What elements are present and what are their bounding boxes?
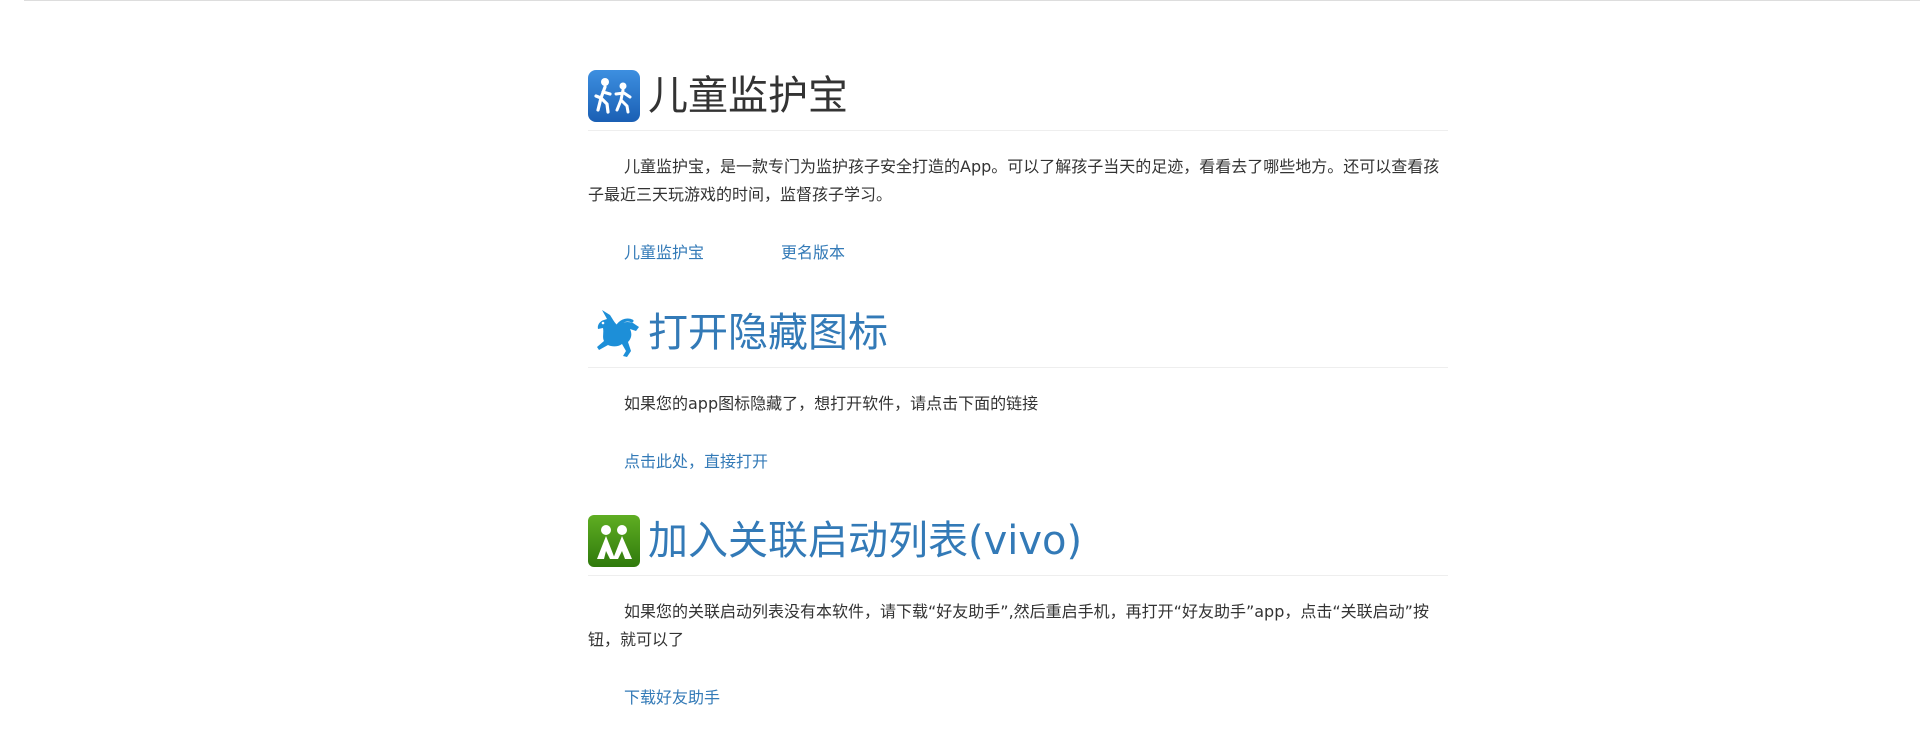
section-links: 下载好友助手 <box>588 688 1448 708</box>
renamed-version-link[interactable]: 更名版本 <box>781 243 845 263</box>
section-title: 加入关联启动列表(vivo) <box>648 518 1083 564</box>
open-directly-link[interactable]: 点击此处，直接打开 <box>624 452 768 472</box>
section-header: 打开隐藏图标 <box>588 307 1448 368</box>
friends-helper-icon <box>588 515 640 567</box>
section-associated-launch: 加入关联启动列表(vivo) 如果您的关联启动列表没有本软件，请下载“好友助手”… <box>588 515 1448 708</box>
child-guardian-link[interactable]: 儿童监护宝 <box>624 243 704 263</box>
top-divider <box>24 0 1920 1</box>
section-title: 打开隐藏图标 <box>648 310 888 356</box>
child-guardian-icon <box>588 70 640 122</box>
section-description: 如果您的关联启动列表没有本软件，请下载“好友助手”,然后重启手机，再打开“好友助… <box>588 602 1429 649</box>
section-child-guardian: 儿童监护宝 儿童监护宝，是一款专门为监护孩子安全打造的App。可以了解孩子当天的… <box>588 70 1448 263</box>
section-description: 如果您的app图标隐藏了，想打开软件，请点击下面的链接 <box>624 394 1039 413</box>
section-open-hidden-icon: 打开隐藏图标 如果您的app图标隐藏了，想打开软件，请点击下面的链接 点击此处，… <box>588 307 1448 472</box>
unicorn-icon <box>588 307 640 359</box>
section-links: 儿童监护宝 更名版本 <box>588 243 1448 263</box>
section-header: 儿童监护宝 <box>588 70 1448 131</box>
section-description: 儿童监护宝，是一款专门为监护孩子安全打造的App。可以了解孩子当天的足迹，看看去… <box>588 157 1440 204</box>
section-title: 儿童监护宝 <box>648 73 848 119</box>
download-friends-helper-link[interactable]: 下载好友助手 <box>624 688 720 708</box>
section-links: 点击此处，直接打开 <box>588 452 1448 472</box>
section-header: 加入关联启动列表(vivo) <box>588 515 1448 576</box>
